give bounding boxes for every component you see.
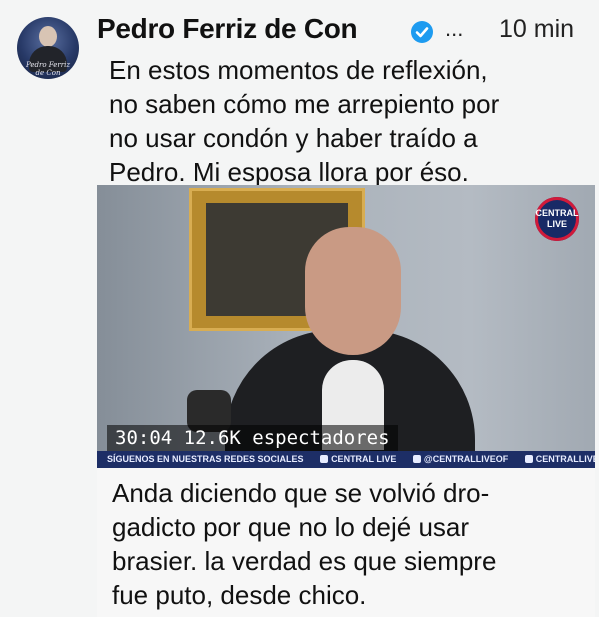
avatar-head (39, 26, 57, 47)
caption-line: gadicto por que no lo dejé usar (112, 512, 470, 542)
ticker-item: CENTRAL LIVE (331, 454, 397, 464)
post-timestamp: 10 min (499, 15, 575, 43)
channel-logo: CENTRAL LIVE (535, 197, 579, 241)
post-text-line: Pedro. Mi esposa llora por éso. (109, 157, 469, 187)
video-viewers: 12.6K espectadores (183, 427, 390, 449)
video-stats: 30:04 12.6K espectadores (107, 425, 398, 451)
video-timestamp: 30:04 (115, 427, 173, 449)
post-text-line: no saben cómo me arrepiento por (109, 89, 500, 119)
verified-badge-icon (411, 21, 433, 43)
post-text-line: no usar condón y haber traído a (109, 123, 478, 153)
caption-line: Anda diciendo que se volvió dro- (112, 478, 490, 508)
social-ticker: SÍGUENOS EN NUESTRAS REDES SOCIALES CENT… (97, 451, 595, 468)
post-text: En estos momentos de reflexión, no saben… (109, 53, 569, 189)
twitter-icon (412, 455, 421, 463)
post-text-line: En estos momentos de reflexión, (109, 55, 488, 85)
caption-line: brasier. la verdad es que siempre (112, 546, 497, 576)
ticker-item: @CENTRALLIVEOF (423, 454, 509, 464)
instagram-icon (524, 455, 533, 463)
author-avatar[interactable]: Pedro Ferriz de Con (17, 17, 79, 79)
caption-line: fue puto, desde chico. (112, 580, 367, 610)
person-face (305, 227, 401, 355)
more-options-icon[interactable]: ... (445, 16, 463, 42)
ticker-item: CENTRALLIVEOFICIAL (535, 454, 595, 464)
facebook-icon (320, 455, 329, 463)
video-player[interactable]: CENTRAL LIVE 30:04 12.6K espectadores SÍ… (97, 185, 595, 468)
ticker-follow-text: SÍGUENOS EN NUESTRAS REDES SOCIALES (107, 454, 304, 464)
caption-text: Anda diciendo que se volvió dro- gadicto… (112, 476, 582, 612)
author-name[interactable]: Pedro Ferriz de Con (97, 13, 358, 45)
avatar-signature: Pedro Ferriz de Con (25, 61, 71, 77)
